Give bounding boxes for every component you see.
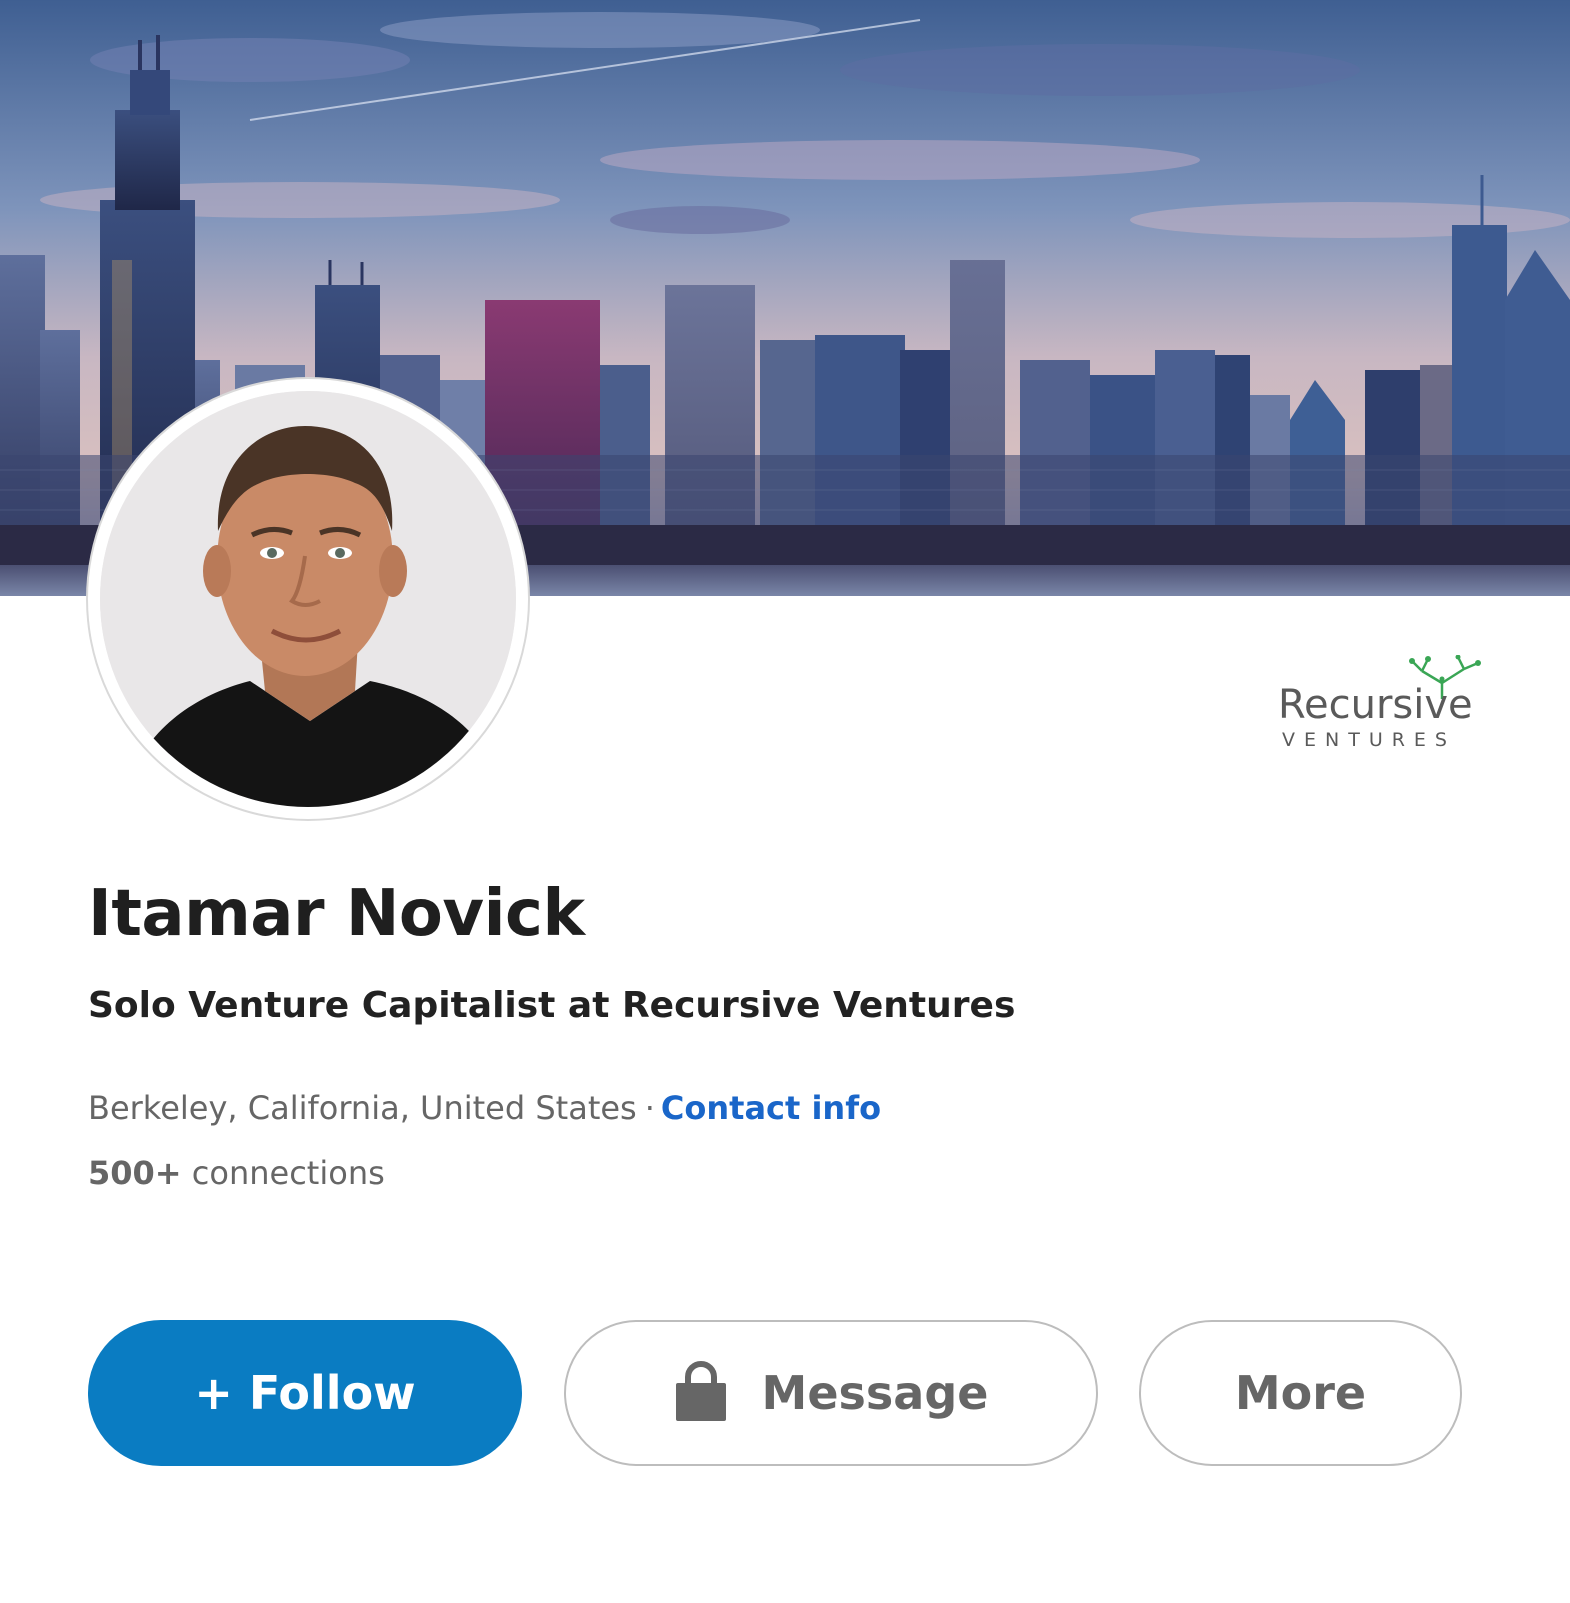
lock-icon — [675, 1361, 726, 1421]
message-button-label: Message — [761, 1366, 989, 1420]
company-logo[interactable]: Recursive VENTURES — [1272, 655, 1494, 755]
profile-avatar[interactable] — [88, 379, 528, 819]
profile-card: Recursive VENTURES Itamar Novick Solo Ve… — [0, 0, 1570, 1603]
person-photo — [100, 391, 516, 807]
follow-button-label: + Follow — [194, 1366, 416, 1420]
connections-line[interactable]: 500+ connections — [88, 1157, 385, 1189]
contact-info-link[interactable]: Contact info — [661, 1089, 881, 1127]
connections-label: connections — [191, 1154, 385, 1192]
message-button[interactable]: Message — [564, 1320, 1098, 1466]
more-button-label: More — [1234, 1366, 1367, 1420]
follow-button[interactable]: + Follow — [88, 1320, 522, 1466]
profile-headline: Solo Venture Capitalist at Recursive Ven… — [88, 985, 1016, 1026]
connections-count: 500+ — [88, 1154, 182, 1192]
separator-dot: · — [644, 1089, 655, 1127]
location-text: Berkeley, California, United States — [88, 1089, 637, 1127]
logo-subtitle: VENTURES — [1282, 729, 1456, 751]
more-button[interactable]: More — [1139, 1320, 1462, 1466]
location-line: Berkeley, California, United States · Cont… — [88, 1092, 881, 1124]
logo-wordmark: Recursive — [1278, 682, 1473, 728]
profile-photo — [100, 391, 516, 807]
profile-name: Itamar Novick — [88, 877, 585, 951]
